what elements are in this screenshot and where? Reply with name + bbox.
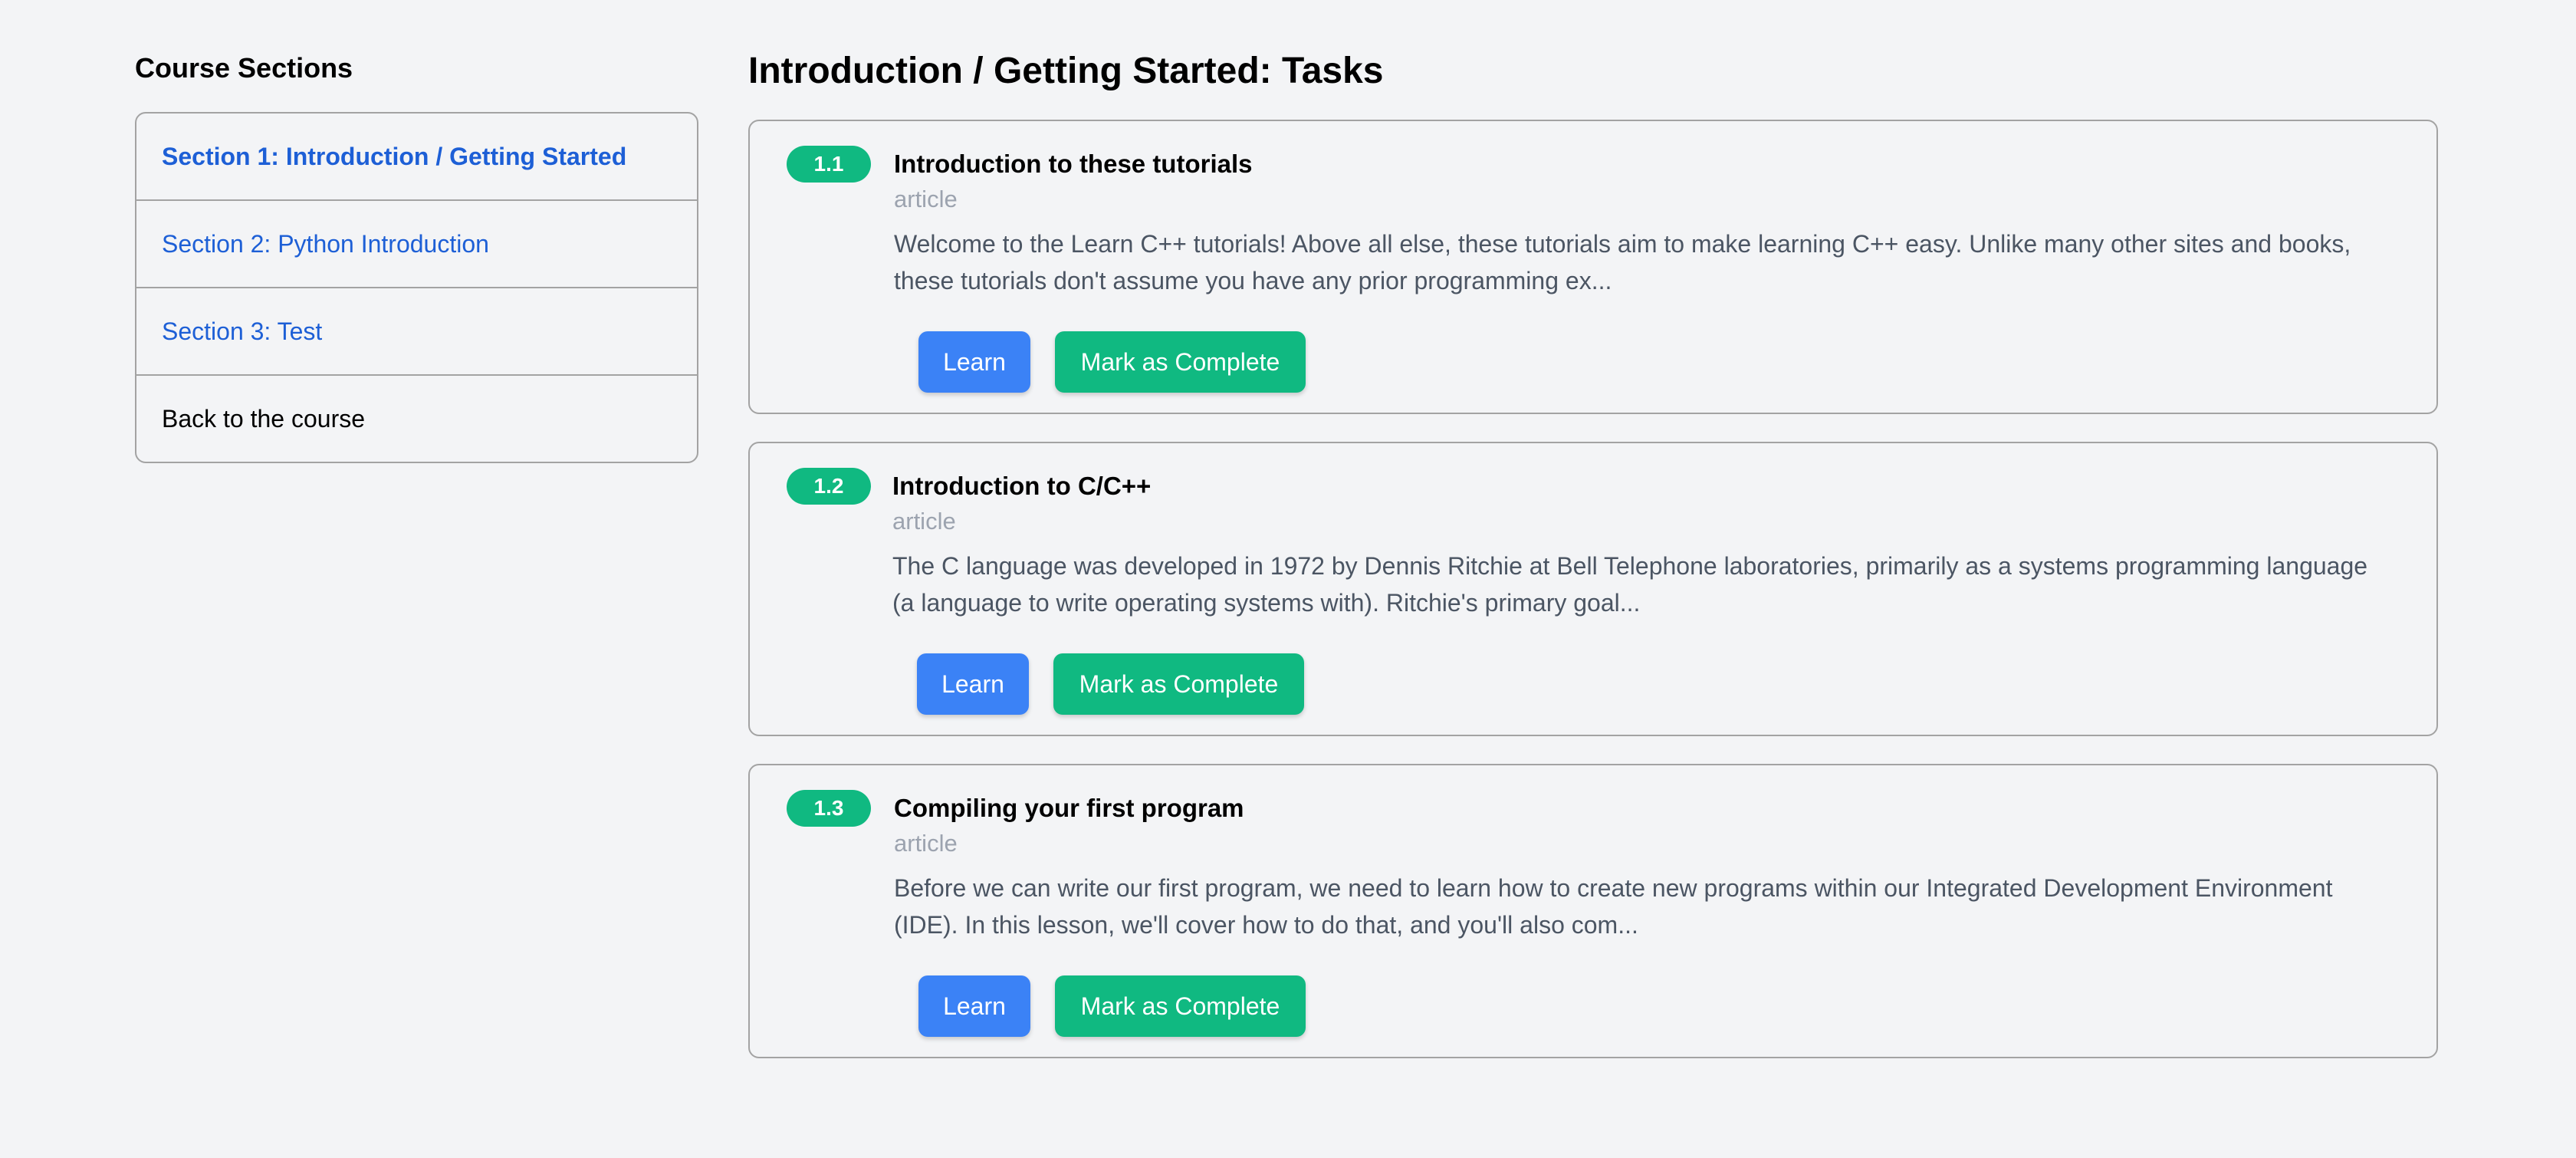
task-body: Introduction to C/C++ article The C lang…	[892, 469, 2390, 621]
mark-complete-button[interactable]: Mark as Complete	[1055, 975, 1306, 1037]
task-body: Compiling your first program article Bef…	[894, 791, 2390, 943]
learn-button[interactable]: Learn	[917, 653, 1029, 715]
task-card: 1.1 Introduction to these tutorials arti…	[748, 120, 2438, 414]
task-title: Compiling your first program	[894, 794, 1244, 822]
mark-complete-button[interactable]: Mark as Complete	[1053, 653, 1304, 715]
mark-complete-button[interactable]: Mark as Complete	[1055, 331, 1306, 393]
sidebar-item-section-2[interactable]: Section 2: Python Introduction	[136, 201, 697, 288]
sidebar-item-section-1[interactable]: Section 1: Introduction / Getting Starte…	[136, 113, 697, 201]
task-type: article	[894, 186, 958, 212]
task-title: Introduction to C/C++	[892, 472, 1152, 500]
learn-button[interactable]: Learn	[918, 975, 1030, 1037]
page-title: Introduction / Getting Started: Tasks	[748, 51, 1384, 91]
task-description: Before we can write our first program, w…	[894, 874, 2333, 939]
task-description: The C language was developed in 1972 by …	[892, 552, 2368, 617]
sections-list: Section 1: Introduction / Getting Starte…	[135, 112, 698, 463]
learn-button[interactable]: Learn	[918, 331, 1030, 393]
task-description: Welcome to the Learn C++ tutorials! Abov…	[894, 230, 2351, 294]
task-card: 1.3 Compiling your first program article…	[748, 764, 2438, 1058]
tasks-main: Introduction / Getting Started: Tasks 1.…	[748, 46, 2441, 1058]
task-actions: Learn Mark as Complete	[917, 653, 1304, 715]
task-actions: Learn Mark as Complete	[918, 975, 1306, 1037]
task-title: Introduction to these tutorials	[894, 150, 1253, 178]
back-to-course-link[interactable]: Back to the course	[136, 376, 697, 462]
task-type: article	[894, 830, 958, 857]
task-type: article	[892, 508, 956, 535]
task-card: 1.2 Introduction to C/C++ article The C …	[748, 442, 2438, 736]
task-actions: Learn Mark as Complete	[918, 331, 1306, 393]
sidebar-item-section-3[interactable]: Section 3: Test	[136, 288, 697, 376]
task-number-badge: 1.3	[787, 790, 871, 827]
task-number-badge: 1.2	[787, 468, 871, 505]
sidebar-heading: Course Sections	[135, 52, 353, 84]
task-number-badge: 1.1	[787, 146, 871, 183]
course-sections-sidebar: Course Sections Section 1: Introduction …	[135, 49, 698, 463]
task-body: Introduction to these tutorials article …	[894, 147, 2390, 299]
